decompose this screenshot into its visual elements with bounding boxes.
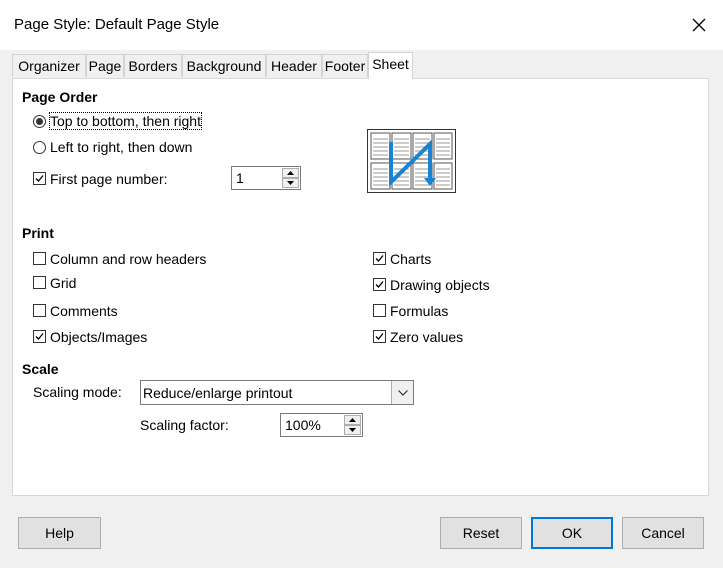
spin-up-icon[interactable]: [282, 168, 299, 178]
left-to-right-radio[interactable]: [33, 141, 46, 154]
page-order-preview-image: [367, 129, 456, 193]
cancel-button[interactable]: Cancel: [622, 517, 704, 549]
spin-down-icon[interactable]: [282, 178, 299, 188]
top-to-bottom-radio[interactable]: [33, 115, 46, 128]
help-button[interactable]: Help: [18, 517, 101, 549]
comments-checkbox[interactable]: [33, 304, 46, 317]
tab-sheet[interactable]: Sheet: [368, 52, 413, 79]
objects-images-checkbox[interactable]: [33, 330, 46, 343]
close-icon[interactable]: [688, 14, 710, 36]
window-title: Page Style: Default Page Style: [14, 16, 220, 33]
title-bar: Page Style: Default Page Style: [0, 0, 723, 50]
zero-values-label[interactable]: Zero values: [390, 329, 463, 345]
column-row-headers-checkbox[interactable]: [33, 252, 46, 265]
spin-down-icon[interactable]: [344, 425, 361, 435]
tab-header[interactable]: Header: [266, 54, 322, 77]
scale-heading: Scale: [22, 361, 59, 377]
ok-button[interactable]: OK: [531, 517, 613, 549]
tab-footer[interactable]: Footer: [322, 54, 368, 77]
first-page-number-spinner[interactable]: 1: [231, 166, 301, 190]
formulas-label[interactable]: Formulas: [390, 303, 448, 319]
chevron-down-icon[interactable]: [391, 381, 413, 404]
tab-background[interactable]: Background: [182, 54, 266, 77]
charts-label[interactable]: Charts: [390, 251, 431, 267]
page-order-heading: Page Order: [22, 89, 98, 105]
first-page-number-label[interactable]: First page number:: [50, 171, 168, 187]
column-row-headers-label[interactable]: Column and row headers: [50, 251, 206, 267]
scaling-mode-dropdown[interactable]: Reduce/enlarge printout: [140, 380, 414, 405]
drawing-objects-checkbox[interactable]: [373, 278, 386, 291]
first-page-number-value[interactable]: 1: [236, 170, 244, 186]
spin-up-icon[interactable]: [344, 415, 361, 425]
charts-checkbox[interactable]: [373, 252, 386, 265]
first-page-number-checkbox[interactable]: [33, 172, 46, 185]
comments-label[interactable]: Comments: [50, 303, 118, 319]
tab-borders[interactable]: Borders: [124, 54, 182, 77]
left-to-right-label[interactable]: Left to right, then down: [50, 139, 192, 155]
drawing-objects-label[interactable]: Drawing objects: [390, 277, 490, 293]
scaling-mode-label: Scaling mode:: [33, 384, 122, 400]
tab-page[interactable]: Page: [86, 54, 124, 77]
scaling-factor-value[interactable]: 100%: [285, 417, 321, 433]
grid-checkbox[interactable]: [33, 276, 46, 289]
scaling-factor-label: Scaling factor:: [140, 417, 229, 433]
objects-images-label[interactable]: Objects/Images: [50, 329, 147, 345]
grid-label[interactable]: Grid: [50, 275, 76, 291]
top-to-bottom-label[interactable]: Top to bottom, then right: [49, 112, 202, 130]
reset-button[interactable]: Reset: [440, 517, 522, 549]
zero-values-checkbox[interactable]: [373, 330, 386, 343]
tab-organizer[interactable]: Organizer: [12, 54, 86, 77]
print-heading: Print: [22, 225, 54, 241]
scaling-mode-value[interactable]: Reduce/enlarge printout: [143, 385, 292, 401]
scaling-factor-spinner[interactable]: 100%: [280, 413, 363, 437]
formulas-checkbox[interactable]: [373, 304, 386, 317]
